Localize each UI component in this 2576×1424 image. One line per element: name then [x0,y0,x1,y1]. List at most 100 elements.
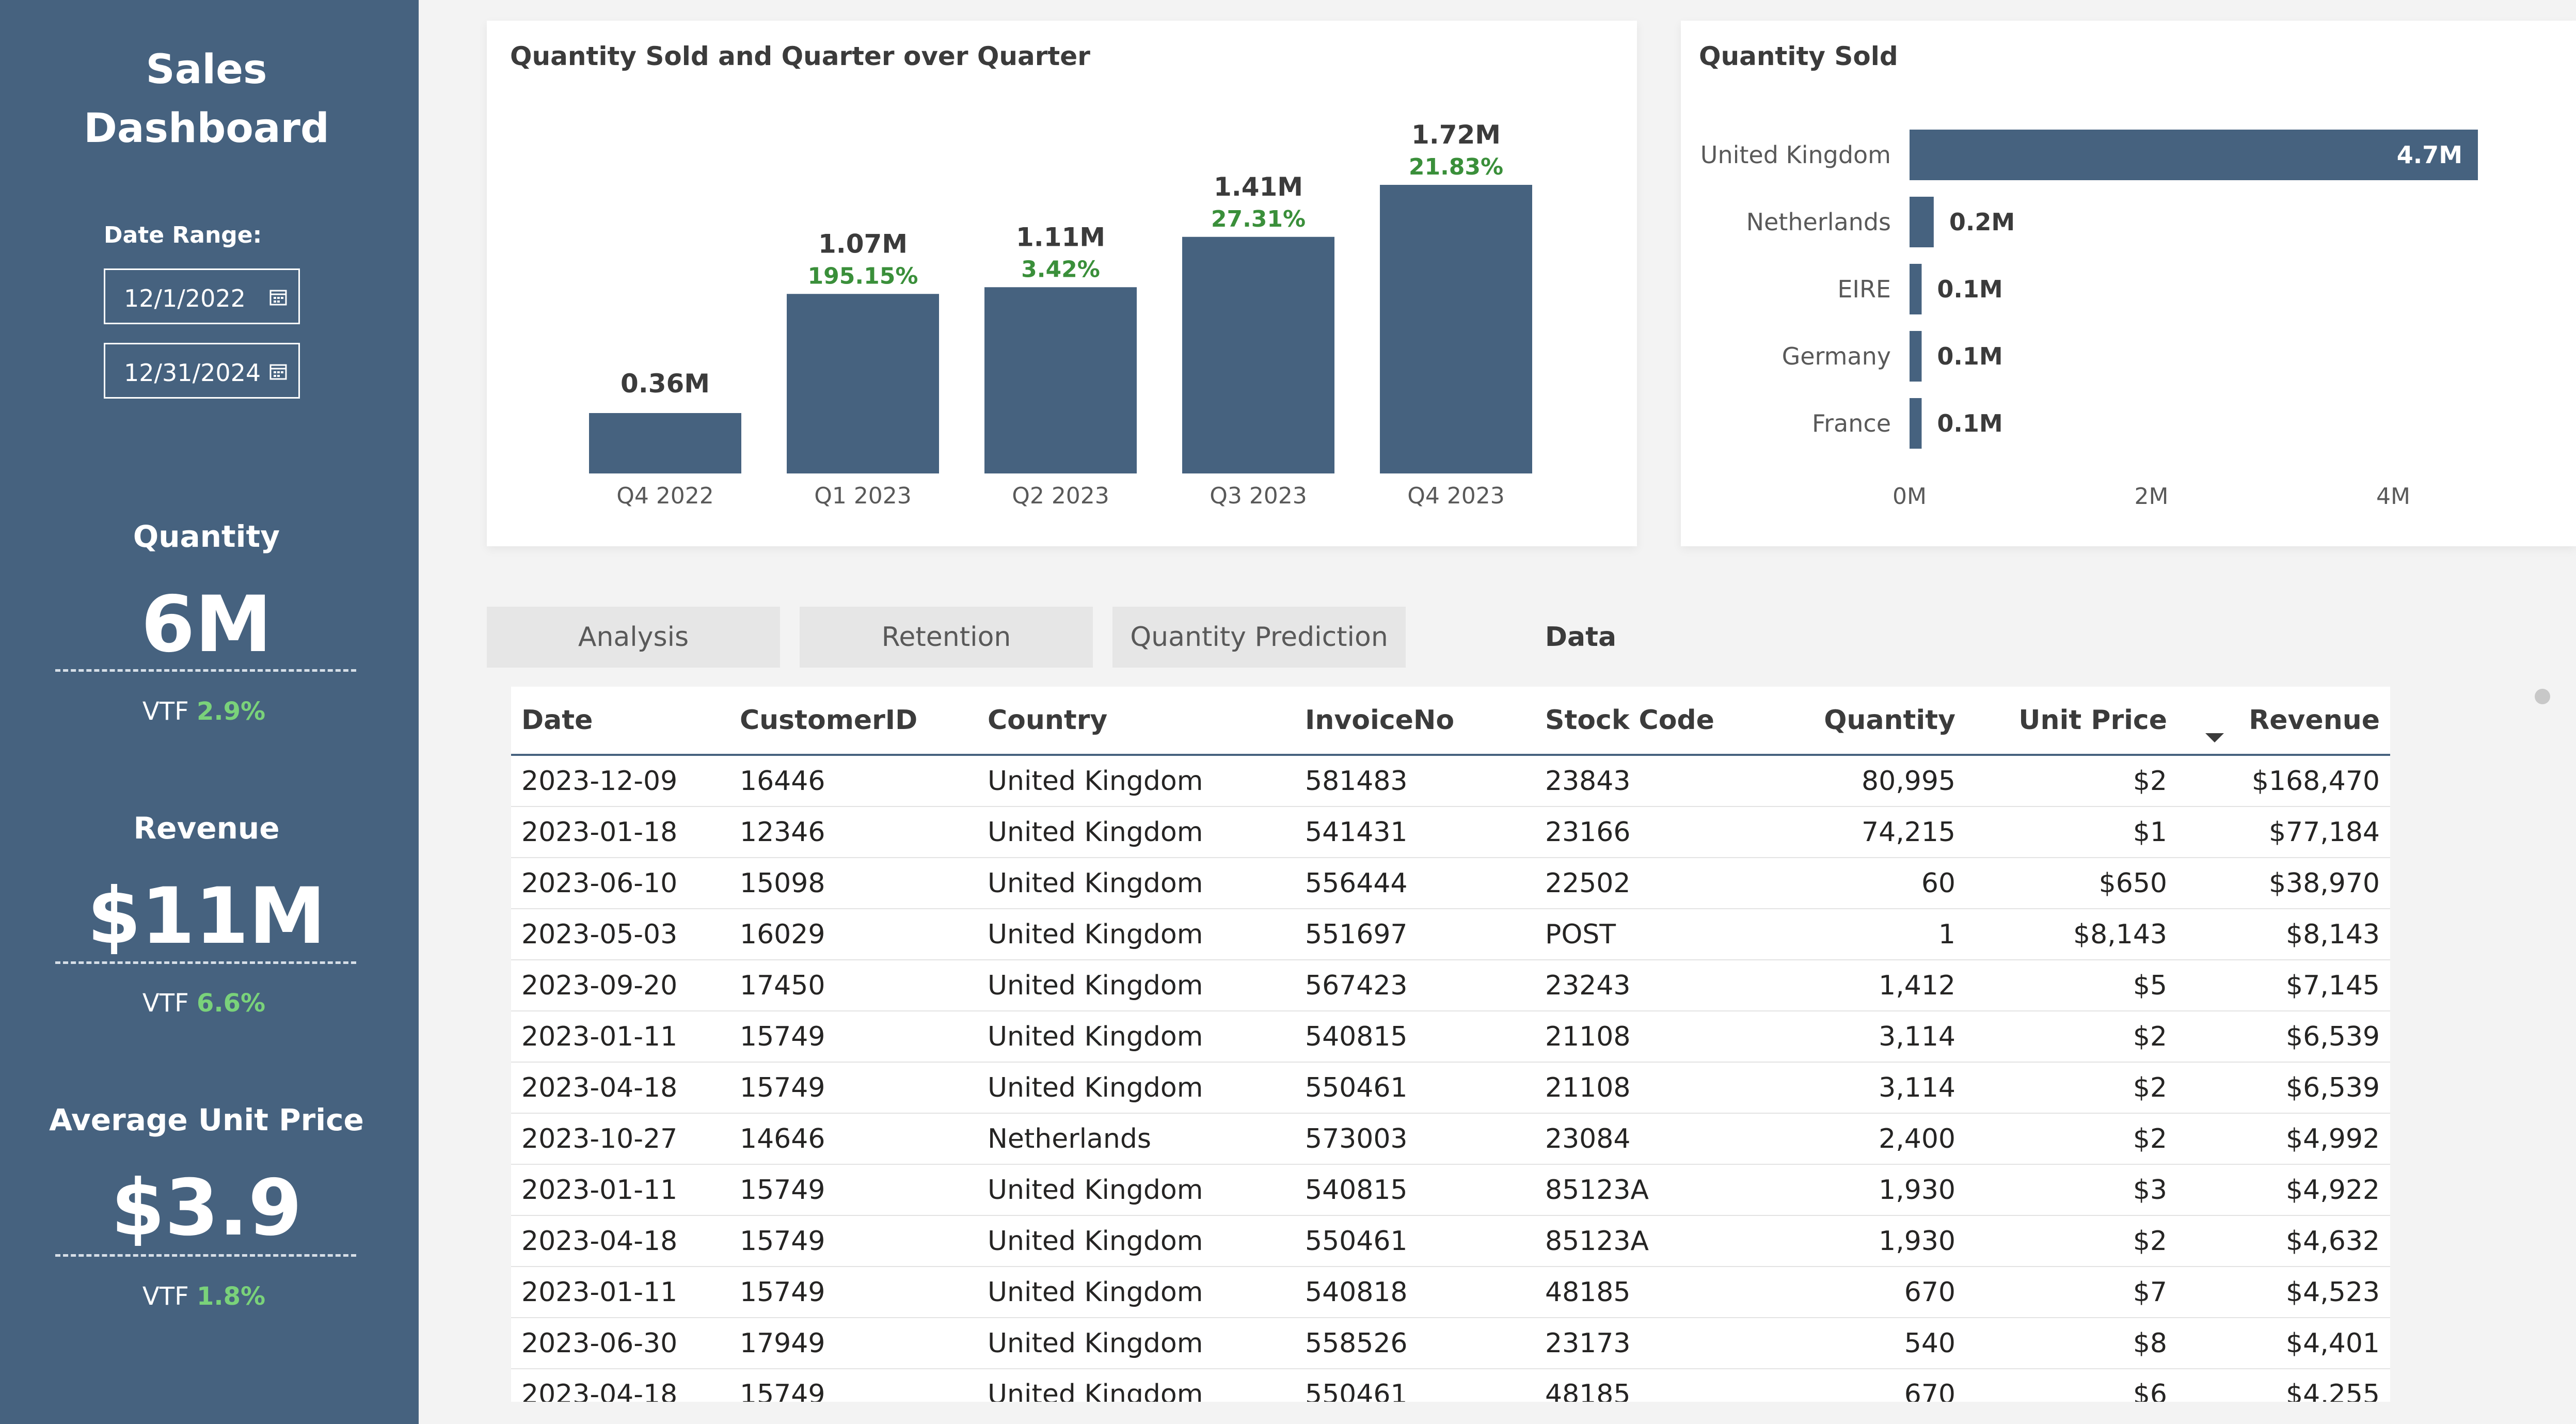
cell-unit-price: $2 [1966,1113,2177,1165]
table-row[interactable]: 2023-04-18 15749 United Kingdom 550461 48185… [511,1369,2390,1402]
cell-customerid: 15749 [729,1011,977,1063]
data-label: 0.1M [1937,409,2002,437]
cell-revenue: $4,255 [2177,1369,2390,1402]
table-row[interactable]: 2023-04-18 15749 United Kingdom 550461 85123… [511,1215,2390,1267]
cell-date: 2023-06-30 [511,1318,729,1369]
cell-date: 2023-05-03 [511,909,729,960]
cell-country: United Kingdom [977,1062,1295,1114]
country-chart-card: Quantity Sold United Kingdom 4.7M Netherla… [1681,21,2576,546]
table-header-row: Date CustomerID Country InvoiceNo Stock … [511,687,2390,756]
cell-unit-price: $6 [1966,1369,2177,1402]
table-row[interactable]: 2023-06-30 17949 United Kingdom 558526 23173… [511,1318,2390,1369]
column-header-unit-price[interactable]: Unit Price [1966,687,2224,756]
table-row[interactable]: 2023-12-09 16446 United Kingdom 581483 23843… [511,755,2390,807]
kpi-revenue-vtf: VTF 6.6% [0,989,408,1018]
data-table[interactable]: Date CustomerID Country InvoiceNo Stock … [511,687,2390,1402]
vtf-percent: 1.8% [196,1282,266,1311]
table-row[interactable]: 2023-10-27 14646 Netherlands 573003 23084 2,4… [511,1113,2390,1165]
column-header-stock-code[interactable]: Stock Code [1535,687,1757,756]
cell-customerid: 15749 [729,1062,977,1114]
cell-stock-code: 48185 [1535,1369,1757,1402]
table-row[interactable]: 2023-01-11 15749 United Kingdom 540818 48185… [511,1267,2390,1318]
growth-label: 27.31% [1211,206,1306,232]
data-label: 4.7M [2397,141,2462,169]
cell-unit-price: $8,143 [1966,909,2177,960]
table-row[interactable]: 2023-01-11 15749 United Kingdom 540815 21108… [511,1011,2390,1063]
cell-stock-code: 23843 [1535,755,1757,807]
cell-unit-price: $2 [1966,755,2177,807]
cell-customerid: 16029 [729,909,977,960]
column-header-revenue[interactable]: Revenue [2177,687,2390,756]
cell-quantity: 670 [1757,1267,1966,1318]
tab-retention[interactable]: Retention [800,607,1093,668]
column-header-customerid[interactable]: CustomerID [729,687,977,756]
data-label: 0.1M [1937,275,2002,303]
vtf-percent: 6.6% [196,989,266,1018]
cell-stock-code: 85123A [1535,1215,1757,1267]
cell-unit-price: $2 [1966,1062,2177,1114]
calendar-icon[interactable] [269,363,287,381]
column-header-country[interactable]: Country [977,687,1295,756]
kpi-quantity-label: Quantity [133,519,280,554]
bar [589,413,741,473]
tab-quantity-prediction[interactable]: Quantity Prediction [1112,607,1406,668]
cell-stock-code: 23173 [1535,1318,1757,1369]
table-row[interactable]: 2023-04-18 15749 United Kingdom 550461 21108… [511,1062,2390,1114]
column-header-date[interactable]: Date [511,687,729,756]
growth-label: 3.42% [1021,256,1100,282]
cell-country: United Kingdom [977,1011,1295,1063]
bar [1182,236,1334,473]
x-tick-label: Q4 2023 [1407,483,1505,509]
kpi-avg-unit-price-vtf: VTF 1.8% [0,1282,408,1311]
start-date-picker[interactable]: 12/1/2022 [104,268,300,324]
column-header-quantity[interactable]: Quantity [1757,687,1966,756]
cell-stock-code: POST [1535,909,1757,960]
cell-date: 2023-01-11 [511,1164,729,1216]
cell-revenue: $4,401 [2177,1318,2390,1369]
table-row[interactable]: 2023-01-18 12346 United Kingdom 541431 23166… [511,806,2390,858]
x-tick-label: 0M [1893,483,1927,510]
cell-revenue: $4,523 [2177,1267,2390,1318]
cell-customerid: 12346 [729,806,977,858]
dashboard-title-line2: Dashboard [84,105,329,152]
cell-revenue: $4,922 [2177,1164,2390,1216]
cell-customerid: 15749 [729,1267,977,1318]
cell-customerid: 17450 [729,960,977,1011]
cell-revenue: $4,632 [2177,1215,2390,1267]
cell-country: United Kingdom [977,1164,1295,1216]
column-header-unit-price-label: Unit Price [2018,705,2167,736]
cell-invoiceno: 540818 [1295,1267,1535,1318]
column-header-invoiceno[interactable]: InvoiceNo [1295,687,1535,756]
cell-customerid: 14646 [729,1113,977,1165]
kpi-avg-unit-price-value: $3.9 [110,1163,303,1253]
table-row[interactable]: 2023-09-20 17450 United Kingdom 567423 23243… [511,960,2390,1011]
quarterly-chart: 0.36M Q4 2022 1.07M 195.15% Q1 2023 1.11M 3.42… [589,120,1532,509]
table-row[interactable]: 2023-06-10 15098 United Kingdom 556444 22502… [511,858,2390,909]
growth-label: 21.83% [1409,154,1503,180]
y-tick-label: EIRE [1837,275,1891,303]
cell-date: 2023-04-18 [511,1062,729,1114]
country-chart: United Kingdom 4.7M Netherlands 0.2M EIRE 0.1… [1700,130,2478,510]
dashboard-title-line1: Sales [146,46,267,93]
cell-date: 2023-06-10 [511,858,729,909]
cell-country: United Kingdom [977,960,1295,1011]
end-date-picker[interactable]: 12/31/2024 [104,343,300,399]
cell-unit-price: $2 [1966,1011,2177,1063]
scrollbar-thumb[interactable] [2535,689,2550,704]
calendar-icon[interactable] [269,289,287,306]
kpi-revenue-label: Revenue [133,811,280,846]
kpi-divider [55,961,356,964]
cell-country: United Kingdom [977,909,1295,960]
bar [1380,185,1532,473]
table-row[interactable]: 2023-05-03 16029 United Kingdom 551697 POST 1… [511,909,2390,960]
cell-quantity: 1 [1757,909,1966,960]
cell-country: United Kingdom [977,1369,1295,1402]
dashboard-title: Sales Dashboard [0,40,413,158]
table-row[interactable]: 2023-01-11 15749 United Kingdom 540815 85123… [511,1164,2390,1216]
cell-invoiceno: 556444 [1295,858,1535,909]
cell-revenue: $4,992 [2177,1113,2390,1165]
tab-data[interactable]: Data [1519,607,1643,668]
tab-analysis[interactable]: Analysis [487,607,780,668]
y-tick-label: Germany [1782,342,1891,370]
cell-stock-code: 23243 [1535,960,1757,1011]
